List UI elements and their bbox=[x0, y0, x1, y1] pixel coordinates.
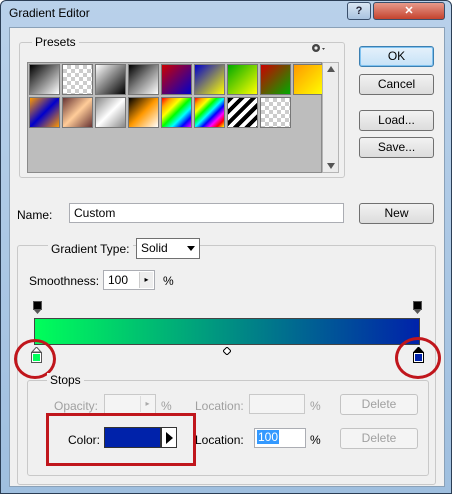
gradient-preview-bar[interactable] bbox=[34, 318, 420, 345]
preset-swatch[interactable] bbox=[260, 97, 291, 128]
preset-swatch[interactable] bbox=[293, 64, 324, 95]
color-location-unit: % bbox=[310, 433, 321, 447]
opacity-delete-button[interactable]: Delete bbox=[340, 394, 418, 415]
opacity-stop-right[interactable] bbox=[413, 301, 422, 314]
preset-swatch[interactable] bbox=[128, 64, 159, 95]
opacity-location-field[interactable] bbox=[249, 394, 305, 414]
preset-swatch[interactable] bbox=[29, 64, 60, 95]
smoothness-label: Smoothness: bbox=[29, 274, 100, 288]
ok-button[interactable]: OK bbox=[359, 46, 434, 67]
stops-legend: Stops bbox=[47, 373, 84, 387]
smoothness-arrow-icon[interactable]: ▸ bbox=[139, 272, 153, 288]
smoothness-field[interactable]: 100 ▸ bbox=[103, 270, 155, 290]
color-location-field[interactable]: 100 bbox=[254, 428, 306, 448]
preset-swatch[interactable] bbox=[62, 97, 93, 128]
opacity-arrow-icon[interactable]: ▸ bbox=[140, 396, 154, 412]
title-bar: Gradient Editor ? ✕ bbox=[1, 1, 451, 27]
name-field[interactable]: Custom bbox=[69, 203, 344, 223]
preset-swatch[interactable] bbox=[161, 97, 192, 128]
cancel-button[interactable]: Cancel bbox=[359, 74, 434, 95]
preset-swatch[interactable] bbox=[128, 97, 159, 128]
name-label: Name: bbox=[17, 208, 53, 222]
smoothness-value: 100 bbox=[108, 273, 129, 287]
opacity-unit: % bbox=[161, 399, 172, 413]
presets-scrollbar[interactable] bbox=[322, 62, 339, 173]
new-button[interactable]: New bbox=[359, 203, 434, 224]
opacity-field[interactable]: ▸ bbox=[104, 394, 156, 414]
window-title: Gradient Editor bbox=[9, 6, 90, 20]
preset-swatch[interactable] bbox=[227, 97, 258, 128]
gradient-type-label: Gradient Type: bbox=[48, 242, 133, 256]
opacity-stop-left[interactable] bbox=[33, 301, 42, 314]
opacity-location-unit: % bbox=[310, 399, 321, 413]
annotation-rect bbox=[46, 413, 196, 466]
preset-swatch[interactable] bbox=[227, 64, 258, 95]
preset-swatch[interactable] bbox=[29, 97, 60, 128]
gradient-editor-window: Gradient Editor ? ✕ Presets OK Cancel Lo… bbox=[0, 0, 452, 494]
smoothness-unit: % bbox=[163, 274, 174, 288]
annotation-circle-right bbox=[395, 337, 441, 379]
chevron-down-icon bbox=[187, 246, 195, 251]
color-delete-button[interactable]: Delete bbox=[340, 428, 418, 449]
gradient-type-select[interactable]: Solid bbox=[136, 238, 200, 259]
help-button[interactable]: ? bbox=[347, 2, 371, 20]
opacity-location-label: Location: bbox=[195, 399, 244, 413]
preset-swatch[interactable] bbox=[260, 64, 291, 95]
presets-legend: Presets bbox=[32, 35, 79, 49]
midpoint-diamond-icon[interactable] bbox=[223, 347, 231, 355]
preset-swatch[interactable] bbox=[194, 64, 225, 95]
preset-swatch[interactable] bbox=[62, 64, 93, 95]
gear-icon[interactable] bbox=[310, 42, 328, 54]
presets-swatch-area bbox=[27, 62, 324, 173]
opacity-label: Opacity: bbox=[54, 399, 99, 413]
preset-swatch[interactable] bbox=[194, 97, 225, 128]
load-button[interactable]: Load... bbox=[359, 110, 434, 131]
color-location-value: 100 bbox=[257, 430, 280, 444]
dialog-body: Presets OK Cancel Load... Save... Name: … bbox=[9, 27, 445, 487]
close-button[interactable]: ✕ bbox=[373, 2, 445, 20]
save-button[interactable]: Save... bbox=[359, 137, 434, 158]
preset-swatch[interactable] bbox=[95, 97, 126, 128]
preset-swatch[interactable] bbox=[95, 64, 126, 95]
preset-swatch[interactable] bbox=[161, 64, 192, 95]
gradient-type-value: Solid bbox=[141, 241, 168, 255]
color-location-label: Location: bbox=[195, 433, 244, 447]
